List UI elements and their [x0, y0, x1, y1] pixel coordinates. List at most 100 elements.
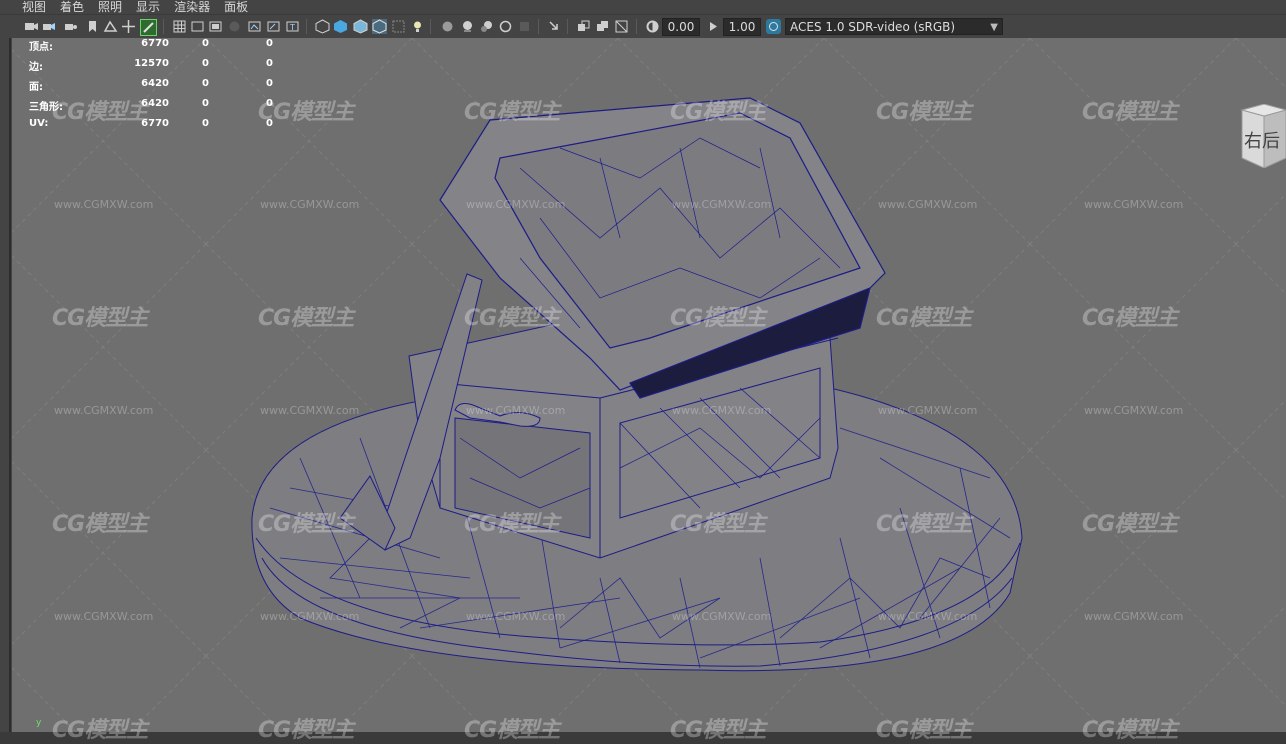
menu-shading[interactable]: 着色 — [53, 0, 91, 14]
hud-v2: 0 — [202, 78, 209, 89]
watermark-url: www.CGMXW.com — [1084, 404, 1184, 417]
hud-label: 面: — [29, 82, 43, 93]
chevron-down-icon: ▼ — [990, 22, 998, 33]
watermark-url: www.CGMXW.com — [878, 198, 978, 211]
lights-icon[interactable] — [391, 19, 406, 34]
hud-row: 边: 12570 0 0 — [29, 58, 289, 78]
menu-panels[interactable]: 面板 — [217, 0, 255, 14]
watermark-url: www.CGMXW.com — [1084, 198, 1184, 211]
anti-alias-icon[interactable] — [479, 19, 494, 34]
shadows-icon[interactable] — [410, 19, 425, 34]
gamma-icon[interactable] — [706, 19, 721, 34]
film-gate-icon[interactable] — [190, 19, 205, 34]
watermark-url: www.CGMXW.com — [54, 404, 154, 417]
hud-v2: 0 — [202, 58, 209, 69]
watermark-logo: CG模型主 — [876, 512, 972, 537]
watermark-url: www.CGMXW.com — [54, 198, 154, 211]
watermark-logo: CG模型主 — [876, 718, 972, 743]
watermark-logo: CG模型主 — [52, 512, 148, 537]
watermark-logo: CG模型主 — [876, 100, 972, 125]
poly-count-hud: 顶点: 6770 0 0 边: 12570 0 0 面: 6420 0 0 三角形: 6420 0 0 UV: 6… — [29, 38, 289, 138]
exposure-field[interactable]: 0.00 — [662, 18, 700, 36]
hud-v3: 0 — [266, 98, 273, 109]
xray-joints-icon[interactable] — [576, 19, 591, 34]
menu-bar: 视图 着色 照明 显示 渲染器 面板 — [0, 0, 1286, 14]
watermark-url: www.CGMXW.com — [878, 610, 978, 623]
hud-v1: 6420 — [141, 78, 169, 89]
color-space-label: ACES 1.0 SDR-video (sRGB) — [790, 20, 956, 34]
move-icon[interactable] — [121, 19, 136, 34]
watermark-logo: CG模型主 — [258, 306, 354, 331]
camera-attr-icon[interactable] — [63, 19, 78, 34]
motion-blur-icon[interactable] — [460, 19, 475, 34]
hud-v2: 0 — [202, 38, 209, 49]
axis-indicator: y — [36, 718, 42, 728]
grease-pencil-icon[interactable] — [140, 19, 157, 36]
menu-view[interactable]: 视图 — [0, 0, 53, 14]
watermark-url: www.CGMXW.com — [672, 198, 772, 211]
watermark-logo: CG模型主 — [1082, 100, 1178, 125]
watermark-logo: CG模型主 — [670, 718, 766, 743]
hud-label: 边: — [29, 62, 43, 73]
watermark-url: www.CGMXW.com — [672, 404, 772, 417]
isolate-select-icon[interactable] — [517, 19, 532, 34]
resolution-gate-icon[interactable] — [208, 19, 223, 34]
depth-of-field-icon[interactable] — [498, 19, 513, 34]
hud-v3: 0 — [266, 38, 273, 49]
watermark-logo: CG模型主 — [1082, 306, 1178, 331]
watermark-url: www.CGMXW.com — [466, 198, 566, 211]
field-chart-icon[interactable] — [247, 19, 262, 34]
exposure-icon[interactable] — [645, 19, 660, 34]
left-panel-edge — [0, 38, 12, 732]
watermark-url: www.CGMXW.com — [260, 404, 360, 417]
watermark-logo: CG模型主 — [464, 306, 560, 331]
hud-v1: 6420 — [141, 98, 169, 109]
textured-icon[interactable] — [372, 19, 387, 34]
xray-icon[interactable] — [547, 19, 562, 34]
watermark-url: www.CGMXW.com — [54, 610, 154, 623]
watermark-logo: CG模型主 — [464, 100, 560, 125]
hud-row: 面: 6420 0 0 — [29, 78, 289, 98]
color-management-icon[interactable] — [766, 19, 781, 34]
color-space-dropdown[interactable]: ACES 1.0 SDR-video (sRGB) ▼ — [785, 18, 1003, 35]
hud-v1: 12570 — [134, 58, 169, 69]
watermark-logo: CG模型主 — [670, 100, 766, 125]
ambient-occlusion-icon[interactable] — [440, 19, 455, 34]
3d-viewport[interactable]: CG模型主 CG模型主 CG模型主 CG模型主 www.CGMXW.com www.CGM… — [0, 38, 1286, 743]
isolate-select-icon[interactable] — [614, 19, 629, 34]
watermark-logo: CG模型主 — [670, 512, 766, 537]
hud-v1: 6770 — [141, 38, 169, 49]
hud-row: 顶点: 6770 0 0 — [29, 38, 289, 58]
smooth-shade-icon[interactable] — [333, 19, 348, 34]
watermark-url: www.CGMXW.com — [260, 610, 360, 623]
image-plane-icon[interactable] — [103, 19, 118, 34]
hud-v3: 0 — [266, 58, 273, 69]
backface-icon[interactable] — [595, 19, 610, 34]
watermark-logo: CG模型主 — [258, 512, 354, 537]
hud-row: 三角形: 6420 0 0 — [29, 98, 289, 118]
watermark-logo: CG模型主 — [1082, 718, 1178, 743]
grid-icon[interactable] — [172, 19, 187, 34]
gate-mask-icon[interactable] — [227, 19, 242, 34]
menu-show[interactable]: 显示 — [129, 0, 167, 14]
camera-attr-icon[interactable] — [42, 19, 57, 34]
watermark-logo: CG模型主 — [52, 306, 148, 331]
svg-text:T: T — [289, 23, 295, 32]
hud-v3: 0 — [266, 78, 273, 89]
bookmark-icon[interactable] — [85, 19, 100, 34]
view-cube[interactable]: 右后 — [1230, 104, 1286, 168]
wireframe-on-shaded-icon[interactable] — [353, 19, 368, 34]
menu-lighting[interactable]: 照明 — [91, 0, 129, 14]
watermark-url: www.CGMXW.com — [878, 404, 978, 417]
camera-icon[interactable] — [24, 19, 39, 34]
safe-title-icon[interactable]: T — [285, 19, 300, 34]
watermark-logo: CG模型主 — [464, 512, 560, 537]
watermark-url: www.CGMXW.com — [1084, 610, 1184, 623]
gamma-field[interactable]: 1.00 — [723, 18, 761, 36]
menu-renderer[interactable]: 渲染器 — [167, 0, 217, 14]
hud-label: 三角形: — [29, 102, 63, 113]
watermark-logo: CG模型主 — [876, 306, 972, 331]
wireframe-icon[interactable] — [315, 19, 330, 34]
watermark-logo: CG模型主 — [670, 306, 766, 331]
safe-action-icon[interactable] — [266, 19, 281, 34]
